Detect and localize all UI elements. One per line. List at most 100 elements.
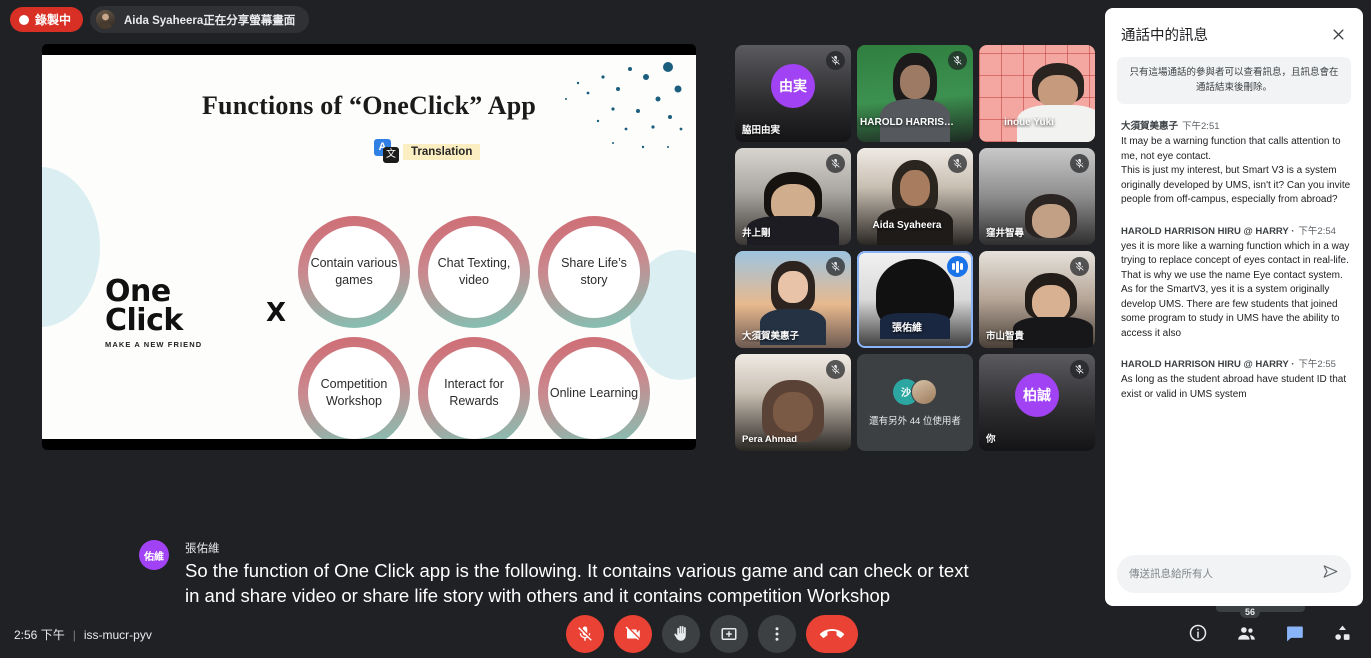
mic-off-icon [826, 51, 845, 70]
oneclick-logo: One Click MAKE A NEW FRIEND [105, 277, 229, 349]
send-icon[interactable] [1322, 563, 1339, 585]
live-captions: 佑維 張佑維 So the function of One Click app … [139, 540, 969, 608]
chat-message: 大須賀美惠子下午2:51 It may be a warning functio… [1121, 118, 1351, 208]
chat-message: HAROLD HARRISON HIRU @ HARRY · 下午2:55 As … [1121, 356, 1351, 402]
mic-off-icon [826, 360, 845, 379]
screenshare-banner: Aida Syaheera正在分享螢幕畫面 [90, 6, 309, 33]
presentation-slide: Functions of “OneClick” App A 文 Translat… [42, 55, 696, 439]
leave-call-button[interactable] [806, 615, 858, 653]
chat-panel: 通話中的訊息 只有這場通話的參與者可以查看訊息，且訊息會在通話結束後刪除。 大須… [1105, 8, 1363, 606]
feature-bubble: Chat Texting, video [418, 216, 530, 328]
chat-timestamp: 下午2:51 [1182, 121, 1220, 132]
overflow-avatars: 沙 [893, 379, 937, 405]
chat-message-header: HAROLD HARRISON HIRU @ HARRY · 下午2:55 [1121, 356, 1351, 370]
translate-icon-hanzi: 文 [383, 147, 399, 163]
participant-tile[interactable]: Pera Ahmad [735, 354, 851, 451]
call-controls [566, 615, 858, 653]
chat-button[interactable] [1279, 618, 1309, 648]
meeting-info: 2:56 下午 | iss-mucr-pyv [14, 626, 152, 643]
chat-author: 大須賀美惠子 [1121, 121, 1178, 132]
show-participants-button[interactable]: 56 [1231, 618, 1261, 648]
feature-bubble: Interact for Rewards [418, 337, 530, 439]
chat-body: yes it is more like a warning function w… [1121, 240, 1351, 342]
participant-name: 窪井智尋 [986, 225, 1024, 239]
participant-name: Pera Ahmad [742, 434, 797, 445]
present-screen-button[interactable] [710, 615, 748, 653]
participant-name: Aida Syaheera [857, 220, 957, 231]
avatar: 由実 [771, 64, 815, 108]
screenshare-label: Aida Syaheera正在分享螢幕畫面 [124, 12, 295, 28]
raise-hand-button[interactable] [662, 615, 700, 653]
chat-timestamp: 下午2:54 [1298, 226, 1336, 237]
participant-tile[interactable]: 井上剛 [735, 148, 851, 245]
chat-message: HAROLD HARRISON HIRU @ HARRY · 下午2:54 yes… [1121, 223, 1351, 342]
presenter-avatar [96, 10, 115, 29]
participant-name: HAROLD HARRIS… [857, 117, 957, 128]
chat-header: 通話中的訊息 [1105, 8, 1363, 57]
meet-window: 錄製中 Aida Syaheera正在分享螢幕畫面 [0, 0, 1371, 658]
participant-tile[interactable]: Aida Syaheera [857, 148, 973, 245]
translation-feature-badge: A 文 Translation [374, 139, 480, 164]
chat-input[interactable] [1129, 568, 1322, 580]
avatar [911, 379, 937, 405]
chat-body: As long as the student abroad have stude… [1121, 373, 1351, 402]
feature-bubble: Online Learning [538, 337, 650, 439]
avatar: 柏誠 [1015, 373, 1059, 417]
more-participants-tile[interactable]: 沙 還有另外 44 位使用者 [857, 354, 973, 451]
caption-speaker-avatar: 佑維 [139, 540, 169, 570]
meeting-details-button[interactable] [1183, 618, 1213, 648]
feature-bubble: Contain various games [298, 216, 410, 328]
mic-off-icon [1070, 257, 1089, 276]
participant-tile[interactable]: 窪井智尋 [979, 148, 1095, 245]
slide-title: Functions of “OneClick” App [42, 91, 696, 121]
translation-label: Translation [403, 144, 480, 160]
speaking-indicator-icon [947, 256, 968, 277]
bottom-bar: 2:56 下午 | iss-mucr-pyv 顯示所有參與 [0, 610, 1371, 658]
participant-tile[interactable]: 由実 脇田由実 [735, 45, 851, 142]
chat-privacy-notice: 只有這場通話的參與者可以查看訊息，且訊息會在通話結束後刪除。 [1117, 57, 1351, 104]
participant-name: 張佑維 [857, 319, 957, 334]
participant-name: 大須賀美惠子 [742, 328, 799, 342]
participant-tile-active[interactable]: 張佑維 [857, 251, 973, 348]
self-tile[interactable]: 柏誠 你 [979, 354, 1095, 451]
participant-name: inoue Yuki [979, 117, 1079, 128]
chat-title: 通話中的訊息 [1121, 24, 1208, 45]
chat-author: HAROLD HARRISON HIRU @ HARRY · [1121, 226, 1294, 237]
more-options-button[interactable] [758, 615, 796, 653]
meeting-code: iss-mucr-pyv [84, 628, 152, 642]
feature-bubble: Share Life’s story [538, 216, 650, 328]
mic-off-icon [826, 257, 845, 276]
brand-line-1: One [105, 277, 229, 306]
activities-button[interactable] [1327, 618, 1357, 648]
participant-tile[interactable]: inoue Yuki [979, 45, 1095, 142]
shared-screen-stage[interactable]: Functions of “OneClick” App A 文 Translat… [42, 44, 696, 450]
participant-name: 脇田由実 [742, 122, 780, 136]
chat-timestamp: 下午2:55 [1298, 359, 1336, 370]
participant-tile[interactable]: 大須賀美惠子 [735, 251, 851, 348]
participant-tile[interactable]: 市山智貴 [979, 251, 1095, 348]
translate-icon: A 文 [374, 139, 399, 164]
participant-name: 你 [986, 431, 996, 445]
recording-dot-icon [19, 15, 29, 25]
mic-off-icon [1070, 154, 1089, 173]
chat-author: HAROLD HARRISON HIRU @ HARRY · [1121, 359, 1294, 370]
chat-input-row[interactable] [1117, 555, 1351, 593]
brand-tagline: MAKE A NEW FRIEND [105, 340, 229, 349]
microphone-off-button[interactable] [566, 615, 604, 653]
x-symbol: X [266, 298, 286, 328]
participant-tile[interactable]: HAROLD HARRIS… [857, 45, 973, 142]
slide-decoration-left [42, 167, 100, 327]
participant-name: 井上剛 [742, 225, 771, 239]
camera-off-button[interactable] [614, 615, 652, 653]
recording-indicator[interactable]: 錄製中 [10, 7, 83, 32]
participant-grid: 由実 脇田由実 HAROLD HARRIS… inoue Yuki [735, 45, 1103, 457]
separator: | [73, 628, 76, 642]
current-time: 2:56 下午 [14, 626, 65, 643]
mic-off-icon [948, 51, 967, 70]
chat-body: It may be a warning function that calls … [1121, 135, 1351, 208]
brand-line-2: Click [105, 306, 229, 335]
chat-message-header: 大須賀美惠子下午2:51 [1121, 118, 1351, 132]
close-icon[interactable] [1327, 23, 1349, 45]
chat-message-list[interactable]: 大須賀美惠子下午2:51 It may be a warning functio… [1105, 118, 1363, 545]
mic-off-icon [826, 154, 845, 173]
